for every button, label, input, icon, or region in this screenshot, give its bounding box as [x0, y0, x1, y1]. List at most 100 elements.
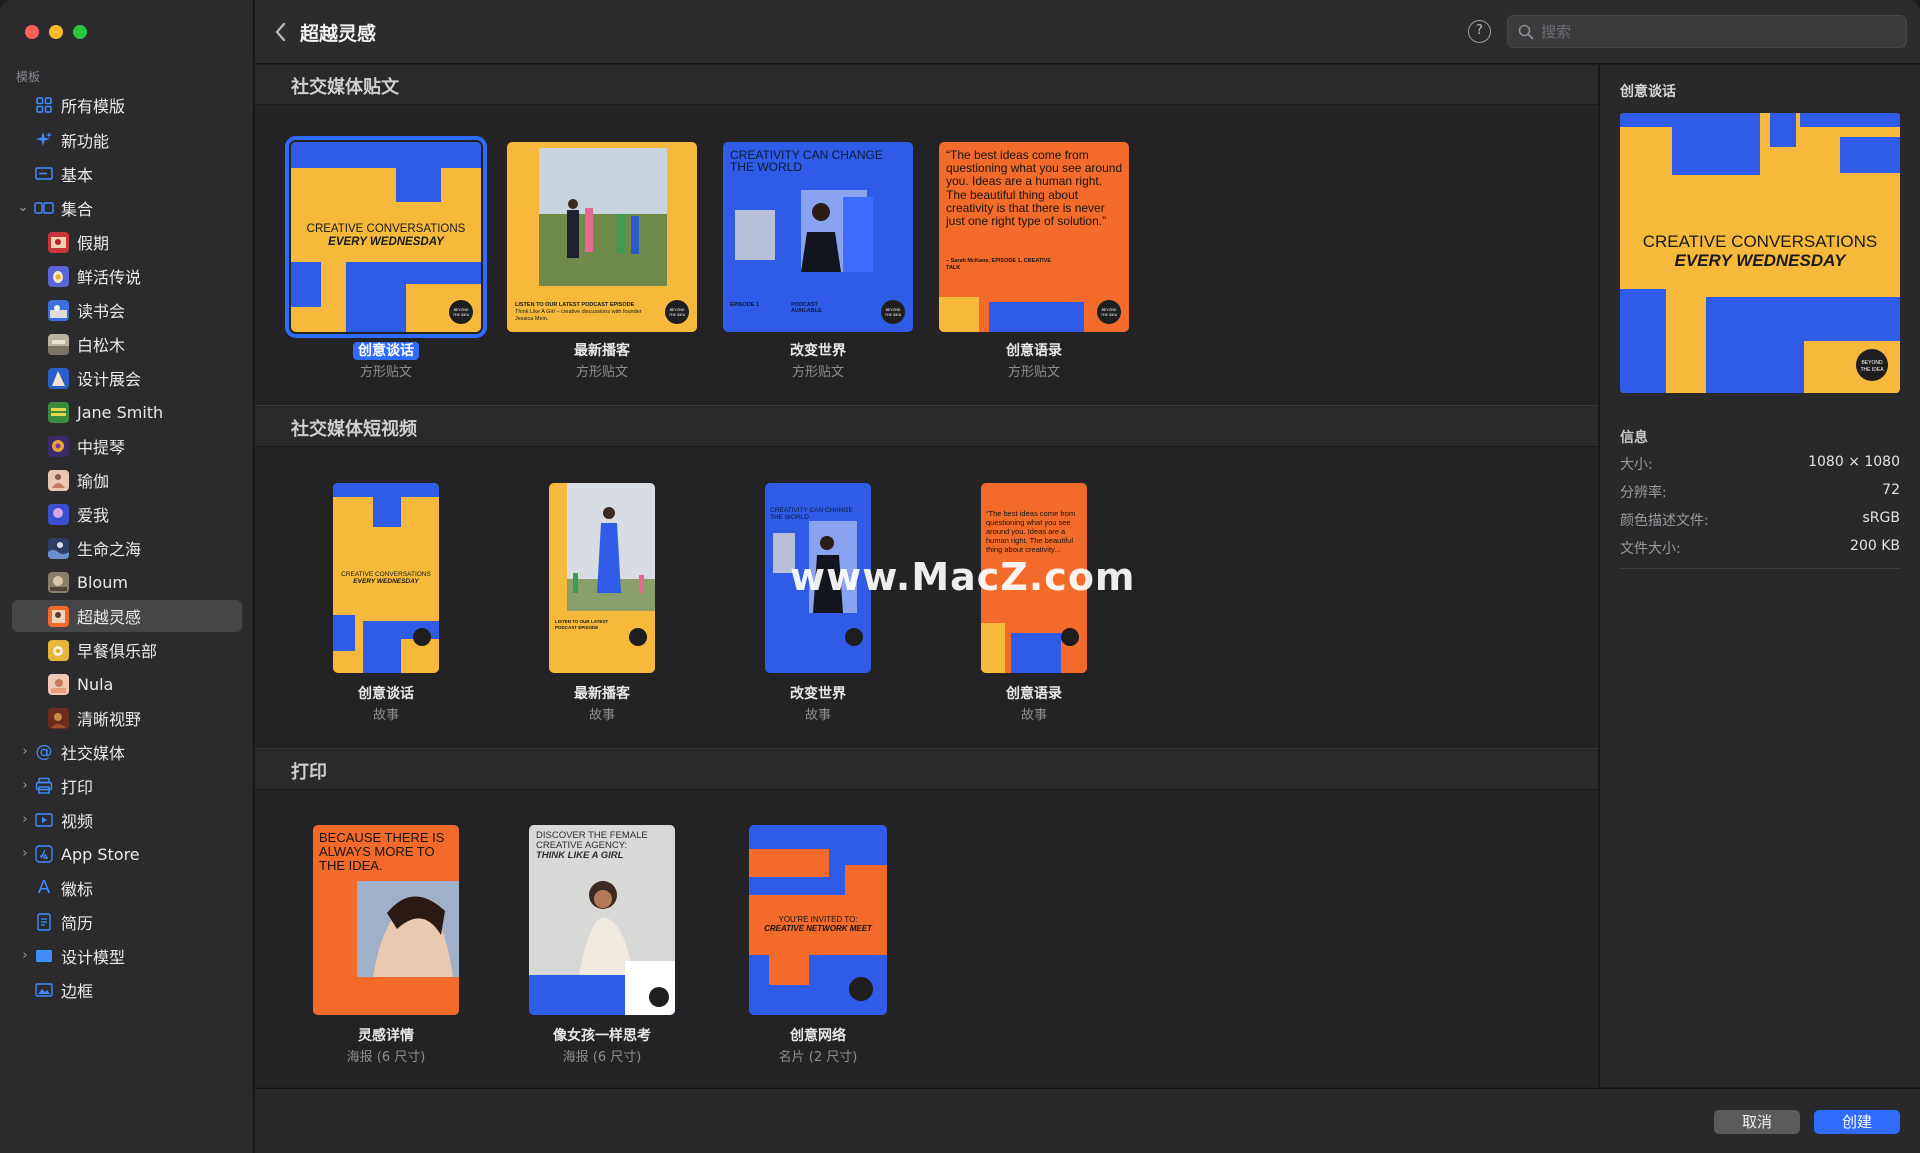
sidebar-item-love-me[interactable]: 爱我 — [12, 498, 242, 530]
close-window-button[interactable] — [25, 25, 39, 39]
sidebar-item-viola[interactable]: 中提琴 — [12, 430, 242, 462]
template-thumbnail-latest-podcast[interactable]: BEYOND THE IDEA LISTEN TO OUR LATEST POD… — [507, 142, 697, 332]
sidebar-item-holiday[interactable]: 假期 — [12, 226, 242, 258]
minimize-window-button[interactable] — [49, 25, 63, 39]
sidebar-item-design-expo[interactable]: 设计展会 — [12, 362, 242, 394]
sidebar-item-book-club[interactable]: 读书会 — [12, 294, 242, 326]
template-thumbnail-creative-quote[interactable]: BEYOND THE IDEA “The best ideas come fro… — [939, 142, 1129, 332]
sidebar-item-breakfast-club[interactable]: 早餐俱乐部 — [12, 634, 242, 666]
sidebar-item-frames[interactable]: 边框 — [12, 974, 242, 1006]
chevron-right-icon[interactable]: › — [18, 744, 32, 760]
info-label: 分辨率: — [1620, 485, 1667, 501]
sidebar-item-resume[interactable]: 简历 — [12, 906, 242, 938]
sidebar-item-collections[interactable]: ⌄ 集合 — [12, 192, 242, 224]
sidebar-item-label: 打印 — [61, 778, 94, 797]
template-headline: CREATIVE CONVERSATIONS — [341, 571, 431, 578]
sidebar-item-new-features[interactable]: 新功能 — [12, 124, 242, 156]
sidebar-item-label: 清晰视野 — [77, 710, 142, 729]
svg-text:THE IDEA: THE IDEA — [1860, 367, 1884, 373]
sidebar-item-clear-view[interactable]: 清晰视野 — [12, 702, 242, 734]
sidebar-item-label: 白松木 — [77, 336, 126, 355]
info-row-color-profile: 颜色描述文件: sRGB — [1620, 510, 1900, 530]
template-type: 方形贴文 — [791, 365, 844, 380]
sidebar-item-nula[interactable]: Nula — [12, 668, 242, 700]
template-name: 像女孩一样思考 — [553, 1028, 651, 1044]
chevron-down-icon[interactable]: ⌄ — [16, 200, 30, 216]
book-club-thumbnail-icon — [48, 299, 69, 321]
printer-icon — [34, 777, 54, 795]
template-thumbnail-change-the-world[interactable]: BEYOND THE IDEA CREATIVITY CAN CHANGE TH… — [723, 142, 913, 332]
template-thumbnail-story-latest-podcast[interactable]: LISTEN TO OUR LATEST PODCAST EPISODE — [549, 483, 655, 673]
toolbar: 超越灵感 ? — [255, 0, 1920, 64]
search-input[interactable] — [1541, 22, 1891, 42]
sidebar: 模板 所有模版 新功能 基本 ⌄ 集合 假期 鲜活传说 读书会 白松木 设计展会… — [0, 0, 254, 1153]
sidebar-item-print[interactable]: › 打印 — [12, 770, 242, 802]
info-row-file-size: 文件大小: 200 KB — [1620, 538, 1900, 558]
sidebar-item-jane-smith[interactable]: Jane Smith — [12, 396, 242, 428]
page-title: 超越灵感 — [300, 23, 377, 45]
template-type: 故事 — [1020, 708, 1047, 723]
template-thumbnail-inspiration-details[interactable]: BECAUSE THERE IS ALWAYS MORE TO THE IDEA… — [313, 825, 459, 1015]
sea-of-life-thumbnail-icon — [48, 537, 69, 559]
sidebar-item-pine[interactable]: 白松木 — [12, 328, 242, 360]
sidebar-item-all-templates[interactable]: 所有模版 — [12, 89, 242, 121]
template-name: 创意网络 — [790, 1028, 846, 1044]
inspector-title: 创意谈话 — [1620, 84, 1676, 100]
chevron-right-icon[interactable]: › — [18, 846, 32, 862]
sidebar-item-basic[interactable]: 基本 — [12, 158, 242, 190]
inspector-panel: 创意谈话 BEYOND THE IDEA CREATIVE CONVERSATI… — [1599, 65, 1920, 1087]
create-button[interactable]: 创建 — [1814, 1110, 1900, 1134]
template-thumbnail-story-creative-conversations[interactable]: CREATIVE CONVERSATIONS EVERY WEDNESDAY — [333, 483, 439, 673]
sidebar-item-label: 鲜活传说 — [77, 268, 142, 287]
sidebar-item-beyond-the-idea[interactable]: 超越灵感 — [12, 600, 242, 632]
section-title: 社交媒体短视频 — [291, 419, 417, 440]
template-headline: CREATIVE CONVERSATIONS — [306, 223, 466, 235]
template-body: Think Like A Girl – creative discussions… — [515, 309, 642, 322]
sidebar-item-bloum[interactable]: Bloum — [12, 566, 242, 598]
template-thumbnail-creative-network[interactable]: YOU'RE INVITED TO: CREATIVE NETWORK MEET — [749, 825, 887, 1015]
sidebar-item-video[interactable]: › 视频 — [12, 804, 242, 836]
sidebar-item-logos[interactable]: A 徽标 — [12, 872, 242, 904]
template-thumbnail-think-like-a-girl[interactable]: DISCOVER THE FEMALE CREATIVE AGENCY: THI… — [529, 825, 675, 1015]
sidebar-item-label: Jane Smith — [77, 402, 164, 422]
app-store-icon — [34, 845, 54, 863]
back-button[interactable] — [269, 18, 293, 46]
yoga-thumbnail-icon — [48, 469, 69, 491]
section-divider — [255, 748, 1598, 749]
sidebar-item-app-store[interactable]: › App Store — [12, 838, 242, 870]
template-headline: BECAUSE THERE IS ALWAYS MORE TO THE IDEA… — [319, 830, 445, 873]
design-expo-thumbnail-icon — [48, 367, 69, 389]
zoom-window-button[interactable] — [73, 25, 87, 39]
mockup-icon — [34, 947, 54, 965]
template-name: 最新播客 — [574, 343, 630, 359]
template-thumbnail-creative-conversations[interactable]: BEYOND THE IDEA CREATIVE CONVERSATIONS E… — [285, 136, 487, 338]
sidebar-item-sea-of-life[interactable]: 生命之海 — [12, 532, 242, 564]
sidebar-item-legend[interactable]: 鲜活传说 — [12, 260, 242, 292]
sidebar-item-mockups[interactable]: › 设计模型 — [12, 940, 242, 972]
bottom-bar: 取消 创建 — [255, 1088, 1920, 1153]
search-field[interactable] — [1507, 15, 1907, 48]
svg-text:THE IDEA: THE IDEA — [453, 313, 470, 317]
template-headline: LISTEN TO OUR LATEST PODCAST EPISODE — [555, 619, 609, 630]
sidebar-item-label: 设计模型 — [61, 948, 126, 967]
chevron-right-icon[interactable]: › — [18, 948, 32, 964]
inspector-divider — [1620, 568, 1900, 569]
sidebar-item-label: 早餐俱乐部 — [77, 642, 158, 661]
pine-thumbnail-icon — [48, 333, 69, 355]
sidebar-item-label: 社交媒体 — [61, 744, 126, 763]
section-title: 社交媒体贴文 — [291, 77, 399, 98]
sidebar-item-label: 基本 — [61, 166, 94, 185]
collection-icon — [34, 199, 54, 217]
holiday-thumbnail-icon — [48, 231, 69, 253]
sidebar-item-yoga[interactable]: 瑜伽 — [12, 464, 242, 496]
help-button[interactable]: ? — [1468, 20, 1491, 43]
chevron-right-icon[interactable]: › — [18, 812, 32, 828]
sidebar-item-label: 简历 — [61, 914, 94, 933]
template-headline: DISCOVER THE FEMALE CREATIVE AGENCY: — [536, 830, 648, 851]
template-name: 创意语录 — [1006, 686, 1062, 702]
svg-text:THE IDEA: THE IDEA — [1101, 313, 1118, 317]
jane-smith-thumbnail-icon — [48, 401, 69, 423]
cancel-button[interactable]: 取消 — [1714, 1110, 1800, 1134]
sidebar-item-social-media[interactable]: › @ 社交媒体 — [12, 736, 242, 768]
chevron-right-icon[interactable]: › — [18, 778, 32, 794]
